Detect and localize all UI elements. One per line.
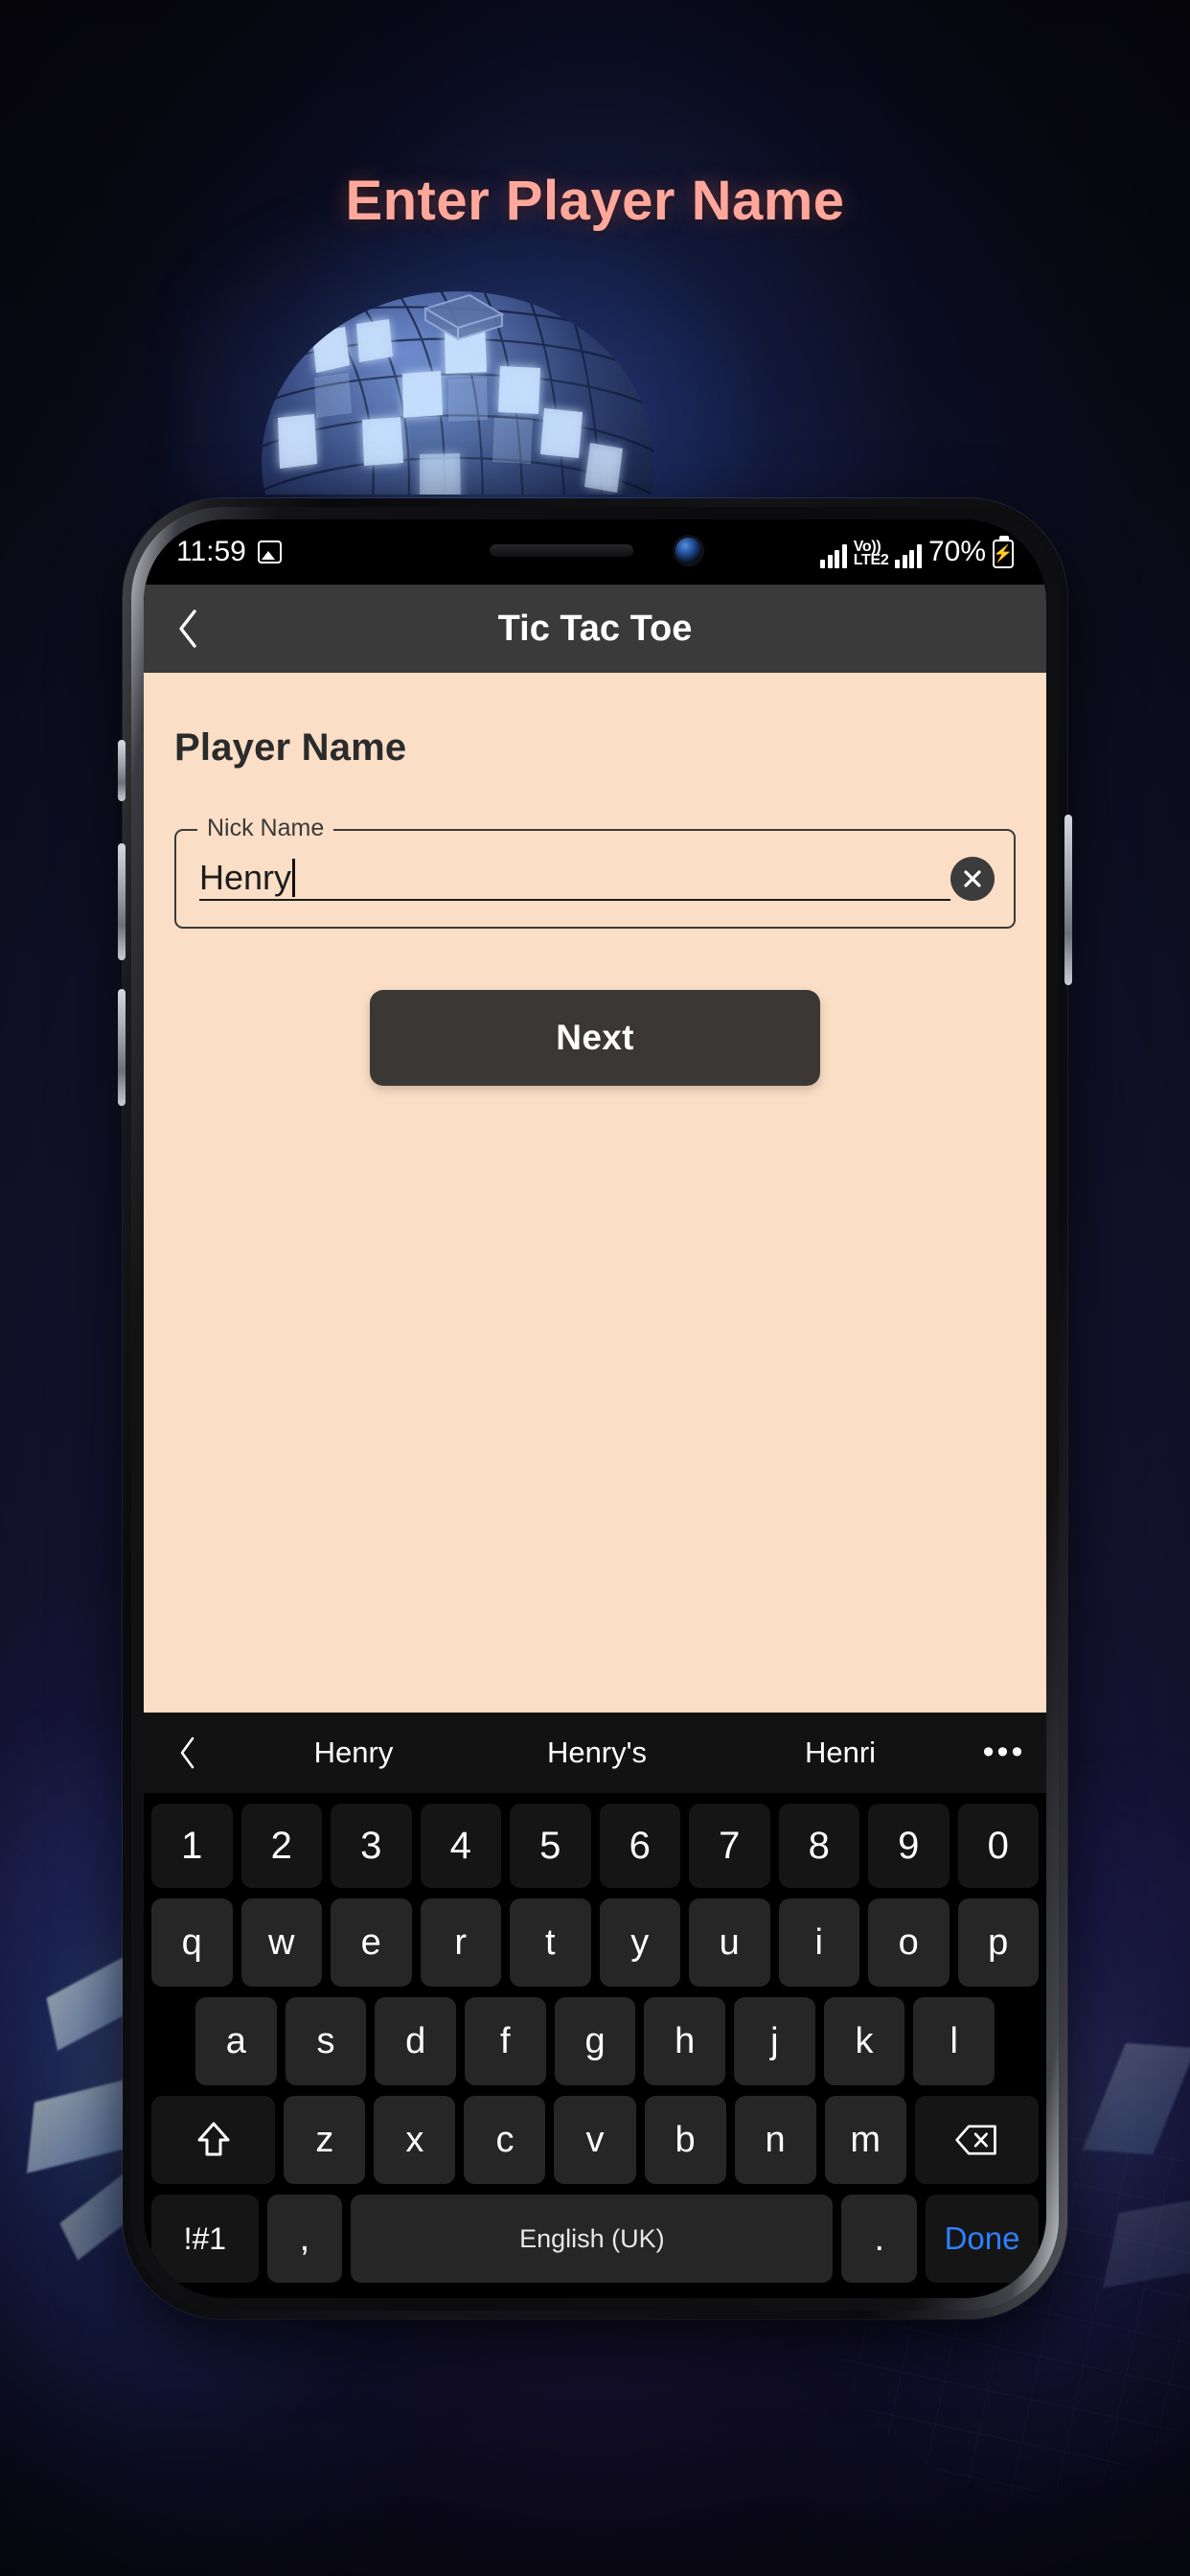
suggestion-item[interactable]: Henry xyxy=(232,1736,475,1770)
earpiece-speaker xyxy=(489,543,633,557)
backspace-key[interactable] xyxy=(914,2096,1040,2184)
signal-bars-icon xyxy=(820,543,847,568)
keyboard-row-numbers: 1 2 3 4 5 6 7 8 9 0 xyxy=(144,1804,1046,1888)
key-z[interactable]: z xyxy=(284,2096,366,2184)
keyboard-row-bottom: !#1 , English (UK) . Done xyxy=(144,2195,1046,2283)
key-9[interactable]: 9 xyxy=(868,1804,950,1888)
key-6[interactable]: 6 xyxy=(599,1804,680,1888)
clear-input-button[interactable] xyxy=(950,857,995,901)
symbols-key[interactable]: !#1 xyxy=(151,2195,259,2283)
close-icon xyxy=(964,870,981,887)
key-v[interactable]: v xyxy=(554,2096,636,2184)
key-a[interactable]: a xyxy=(195,1997,277,2085)
nickname-input[interactable]: Henry xyxy=(199,858,950,901)
nickname-field[interactable]: Nick Name Henry xyxy=(174,815,1016,929)
key-n[interactable]: n xyxy=(734,2096,816,2184)
done-key[interactable]: Done xyxy=(926,2195,1040,2283)
front-camera-icon xyxy=(675,537,701,564)
key-l[interactable]: l xyxy=(913,1997,995,2085)
keyboard-row-asdf: a s d f g h j k l xyxy=(144,1997,1046,2085)
key-8[interactable]: 8 xyxy=(778,1804,859,1888)
nickname-label: Nick Name xyxy=(197,815,334,842)
key-m[interactable]: m xyxy=(824,2096,906,2184)
keyboard-row-zxcv: z x c v b n m xyxy=(144,2096,1046,2184)
battery-percent: 70% xyxy=(927,536,986,567)
key-5[interactable]: 5 xyxy=(510,1804,591,1888)
key-f[interactable]: f xyxy=(465,1997,546,2085)
key-h[interactable]: h xyxy=(644,1997,726,2085)
phone-button-volume-up xyxy=(118,843,126,960)
key-i[interactable]: i xyxy=(778,1898,859,1987)
key-x[interactable]: x xyxy=(374,2096,456,2184)
space-key[interactable]: English (UK) xyxy=(351,2195,834,2283)
key-b[interactable]: b xyxy=(644,2096,726,2184)
text-caret xyxy=(292,858,296,897)
status-bar-right: Vo)) LTE2 70% ⚡ xyxy=(820,536,1014,568)
phone-notch xyxy=(417,519,773,581)
chevron-left-icon xyxy=(180,1736,195,1769)
key-7[interactable]: 7 xyxy=(689,1804,770,1888)
key-3[interactable]: 3 xyxy=(331,1804,412,1888)
key-r[interactable]: r xyxy=(420,1898,501,1987)
suggestion-item[interactable]: Henri xyxy=(719,1736,962,1770)
key-0[interactable]: 0 xyxy=(957,1804,1039,1888)
backspace-icon xyxy=(955,2125,997,2155)
volte-indicator: Vo)) LTE2 xyxy=(853,539,889,569)
signal-bars-icon-2 xyxy=(895,543,922,568)
period-key[interactable]: . xyxy=(841,2195,918,2283)
key-s[interactable]: s xyxy=(285,1997,367,2085)
status-bar: 11:59 Vo)) LTE2 70% ⚡ xyxy=(144,519,1046,585)
shift-key[interactable] xyxy=(150,2096,276,2184)
shift-up-icon xyxy=(197,2122,230,2156)
phone-screen-frame: 11:59 Vo)) LTE2 70% ⚡ Tic Tac Toe Player… xyxy=(144,519,1046,2298)
phone-screen: 11:59 Vo)) LTE2 70% ⚡ Tic Tac Toe Player… xyxy=(144,519,1046,2298)
key-2[interactable]: 2 xyxy=(240,1804,322,1888)
key-q[interactable]: q xyxy=(151,1898,233,1987)
phone-button-mute xyxy=(118,740,126,801)
key-k[interactable]: k xyxy=(823,1997,905,2085)
phone-mockup: 11:59 Vo)) LTE2 70% ⚡ Tic Tac Toe Player… xyxy=(118,498,1072,2319)
page-title: Enter Player Name xyxy=(345,170,845,232)
disco-ball-icon xyxy=(180,188,774,632)
key-y[interactable]: y xyxy=(599,1898,680,1987)
next-button[interactable]: Next xyxy=(370,990,820,1086)
image-icon xyxy=(257,540,282,564)
app-bar: Tic Tac Toe xyxy=(144,585,1046,673)
key-4[interactable]: 4 xyxy=(420,1804,501,1888)
phone-button-power xyxy=(1064,815,1072,985)
section-heading: Player Name xyxy=(174,726,407,769)
keyboard-row-qwerty: q w e r t y u i o p xyxy=(144,1898,1046,1987)
suggestion-items: Henry Henry's Henri xyxy=(232,1736,962,1770)
suggestion-bar: Henry Henry's Henri ••• xyxy=(144,1713,1046,1793)
key-o[interactable]: o xyxy=(868,1898,950,1987)
on-screen-keyboard: Henry Henry's Henri ••• 1 2 3 4 5 6 7 8 … xyxy=(144,1713,1046,2298)
screen-content: Player Name Nick Name Henry Next xyxy=(144,673,1046,1713)
key-d[interactable]: d xyxy=(375,1997,456,2085)
back-button[interactable] xyxy=(144,608,232,650)
comma-key[interactable]: , xyxy=(266,2195,343,2283)
key-1[interactable]: 1 xyxy=(151,1804,233,1888)
key-c[interactable]: c xyxy=(464,2096,546,2184)
key-p[interactable]: p xyxy=(957,1898,1039,1987)
key-j[interactable]: j xyxy=(734,1997,815,2085)
app-bar-title: Tic Tac Toe xyxy=(497,608,693,649)
suggestion-overflow-button[interactable]: ••• xyxy=(962,1736,1046,1768)
suggestion-item[interactable]: Henry's xyxy=(475,1736,719,1770)
volte-bottom-label: LTE2 xyxy=(853,552,889,569)
key-t[interactable]: t xyxy=(510,1898,591,1987)
phone-button-volume-down xyxy=(118,989,126,1106)
suggestion-back-button[interactable] xyxy=(144,1736,232,1770)
status-time: 11:59 xyxy=(176,536,246,567)
nickname-value: Henry xyxy=(199,857,292,897)
key-w[interactable]: w xyxy=(240,1898,322,1987)
key-u[interactable]: u xyxy=(689,1898,770,1987)
key-g[interactable]: g xyxy=(554,1997,636,2085)
battery-charging-icon: ⚡ xyxy=(993,536,1014,568)
chevron-left-icon xyxy=(179,610,196,648)
status-bar-left: 11:59 xyxy=(176,536,282,568)
key-e[interactable]: e xyxy=(331,1898,412,1987)
